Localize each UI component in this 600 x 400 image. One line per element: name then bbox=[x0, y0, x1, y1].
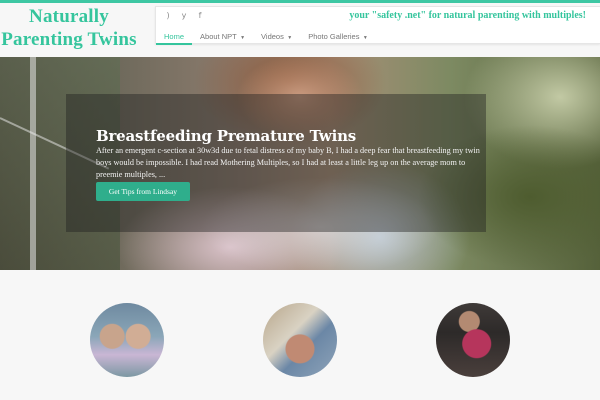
get-tips-button[interactable]: Get Tips from Lindsay bbox=[96, 182, 190, 201]
slide-excerpt: After an emergent c-section at 30w3d due… bbox=[96, 146, 480, 179]
nav-photo-galleries[interactable]: Photo Galleries ▼ bbox=[300, 28, 376, 45]
logo-line-1: Naturally bbox=[29, 6, 109, 27]
nav-home[interactable]: Home bbox=[156, 28, 193, 45]
top-navbar: ) y f your "safety .net" for natural par… bbox=[155, 6, 600, 45]
top-accent-bar bbox=[0, 0, 600, 3]
rss-icon[interactable]: ) bbox=[164, 11, 172, 20]
nav-videos[interactable]: Videos ▼ bbox=[253, 28, 300, 45]
social-links: ) y f bbox=[164, 11, 204, 20]
chevron-down-icon: ▼ bbox=[361, 35, 368, 41]
site-logo[interactable]: Naturally Parenting Twins bbox=[0, 5, 138, 51]
feature-image-twins[interactable] bbox=[90, 303, 164, 377]
feature-section bbox=[0, 270, 600, 400]
main-menu: Home About NPT ▼ Videos ▼ Photo Gallerie… bbox=[156, 28, 376, 45]
slide-title[interactable]: Breastfeeding Premature Twins bbox=[96, 127, 356, 145]
chevron-down-icon: ▼ bbox=[285, 35, 293, 41]
nav-about[interactable]: About NPT ▼ bbox=[192, 28, 253, 45]
facebook-icon[interactable]: f bbox=[196, 11, 204, 20]
hero-slider: Breastfeeding Premature Twins After an e… bbox=[0, 57, 600, 270]
feature-image-baby[interactable] bbox=[263, 303, 337, 377]
chevron-down-icon: ▼ bbox=[238, 35, 246, 41]
site-tagline: your "safety .net" for natural parenting… bbox=[349, 10, 586, 21]
feature-image-babywearing[interactable] bbox=[436, 303, 510, 377]
hero-background-pole bbox=[30, 57, 36, 270]
twitter-icon[interactable]: y bbox=[180, 11, 188, 20]
logo-line-2: Parenting Twins bbox=[1, 29, 137, 50]
